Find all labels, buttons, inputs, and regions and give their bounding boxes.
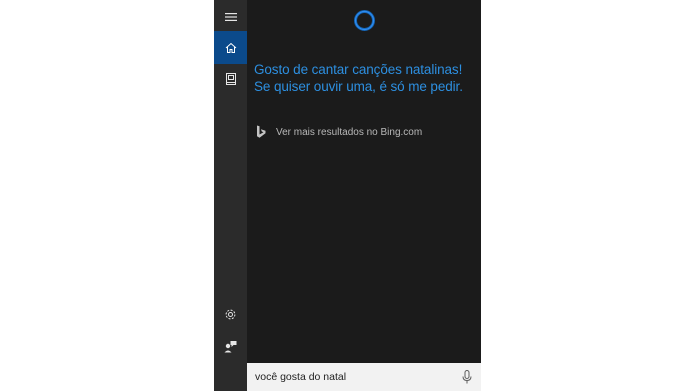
bing-link-label: Ver mais resultados no Bing.com — [276, 126, 423, 138]
response-line-2: Se quiser ouvir uma, é só me pedir. — [254, 79, 463, 94]
hamburger-menu-icon — [224, 12, 237, 21]
microphone-icon[interactable] — [461, 370, 473, 384]
sidebar-rail — [214, 0, 247, 391]
gear-icon — [225, 309, 236, 320]
response-line-1: Gosto de cantar canções natalinas! — [254, 62, 463, 77]
cortana-response: Gosto de cantar canções natalinas! Se qu… — [254, 61, 479, 95]
sidebar-item-home[interactable] — [214, 31, 247, 64]
bing-results-link[interactable]: Ver mais resultados no Bing.com — [256, 123, 422, 141]
sidebar-item-feedback[interactable] — [214, 330, 247, 363]
feedback-icon — [224, 341, 237, 353]
search-box[interactable]: você gosta do natal — [247, 363, 481, 391]
bing-logo-icon — [257, 125, 266, 138]
sidebar-item-settings[interactable] — [214, 298, 247, 331]
search-query[interactable]: você gosta do natal — [255, 371, 346, 383]
home-icon — [225, 42, 236, 53]
cortana-panel: Gosto de cantar canções natalinas! Se qu… — [214, 0, 481, 391]
hamburger-menu-button[interactable] — [214, 0, 247, 33]
cortana-ring-icon — [354, 10, 375, 31]
notebook-icon — [225, 72, 236, 85]
sidebar-item-notebook[interactable] — [214, 62, 247, 95]
cortana-main: Gosto de cantar canções natalinas! Se qu… — [247, 0, 481, 363]
